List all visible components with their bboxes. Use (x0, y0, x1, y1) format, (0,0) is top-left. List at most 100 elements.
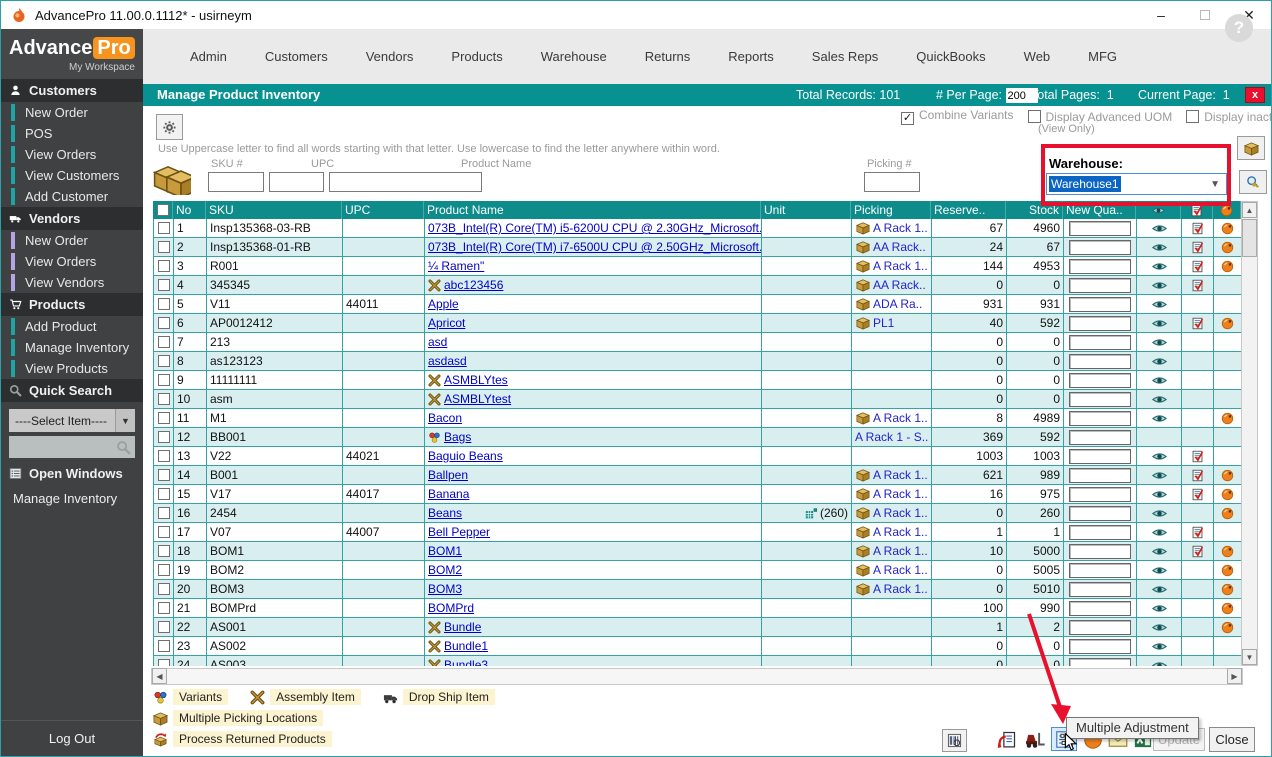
sku-input[interactable] (208, 172, 264, 192)
eye-icon[interactable] (1152, 335, 1167, 350)
eye-icon[interactable] (1152, 316, 1167, 331)
open-window-manage-inventory[interactable]: Manage Inventory (1, 485, 143, 508)
sidebar-item-add-product[interactable]: Add Product (1, 316, 143, 337)
eye-icon[interactable] (1152, 620, 1167, 635)
quick-search-select[interactable]: ----Select Item---- ▼ (9, 409, 135, 432)
product-link[interactable]: Bundle3 (444, 658, 488, 666)
product-link[interactable]: BOM3 (428, 582, 462, 596)
scroll-right-button[interactable]: ▶ (1227, 668, 1242, 684)
forklift-button[interactable] (1022, 727, 1048, 751)
scroll-down-button[interactable]: ▼ (1242, 649, 1257, 665)
menu-item-web[interactable]: Web (1005, 49, 1070, 64)
checklist-icon[interactable] (1191, 469, 1204, 482)
sidebar-item-new-order[interactable]: New Order (1, 230, 143, 251)
orange-icon[interactable] (1221, 412, 1234, 425)
settings-button[interactable] (156, 114, 183, 140)
new-quantity-input[interactable] (1069, 601, 1131, 616)
row-checkbox[interactable] (158, 298, 170, 310)
product-link[interactable]: Bundle (444, 620, 481, 634)
row-checkbox[interactable] (158, 659, 170, 666)
picking-location[interactable]: AA Rack.. (873, 240, 926, 254)
new-quantity-input[interactable] (1069, 544, 1131, 559)
picking-location[interactable]: PL1 (873, 316, 894, 330)
picking-location[interactable]: A Rack 1.. (873, 506, 928, 520)
barcode-grid-button[interactable] (942, 729, 967, 752)
scroll-up-button[interactable]: ▲ (1242, 202, 1257, 218)
vertical-scrollbar[interactable]: ▲ ▼ (1241, 201, 1258, 666)
orange-icon[interactable] (1221, 222, 1234, 235)
orange-icon[interactable] (1221, 241, 1234, 254)
sidebar-item-view-products[interactable]: View Products (1, 358, 143, 379)
sidebar-item-manage-inventory[interactable]: Manage Inventory (1, 337, 143, 358)
scrollbar-thumb[interactable] (1242, 219, 1257, 257)
col-picking[interactable]: Picking (851, 201, 931, 219)
row-checkbox[interactable] (158, 564, 170, 576)
new-quantity-input[interactable] (1069, 316, 1131, 331)
eye-icon[interactable] (1152, 487, 1167, 502)
eye-icon[interactable] (1152, 354, 1167, 369)
picking-location[interactable]: AA Rack.. (873, 278, 926, 292)
eye-icon[interactable] (1152, 582, 1167, 597)
new-quantity-input[interactable] (1069, 563, 1131, 578)
menu-item-returns[interactable]: Returns (626, 49, 710, 64)
close-button[interactable]: Close (1209, 727, 1255, 752)
product-link[interactable]: Banana (428, 487, 469, 501)
new-quantity-input[interactable] (1069, 297, 1131, 312)
picking-location[interactable]: A Rack 1.. (873, 563, 928, 577)
row-checkbox[interactable] (158, 621, 170, 633)
row-checkbox[interactable] (158, 583, 170, 595)
checklist-icon[interactable] (1191, 526, 1204, 539)
advanced-search-button[interactable] (1239, 170, 1267, 194)
eye-icon[interactable] (1152, 639, 1167, 654)
new-quantity-input[interactable] (1069, 221, 1131, 236)
picking-location[interactable]: A Rack 1.. (873, 259, 928, 273)
row-checkbox[interactable] (158, 412, 170, 424)
row-checkbox[interactable] (158, 431, 170, 443)
checklist-icon[interactable] (1191, 279, 1204, 292)
row-checkbox[interactable] (158, 355, 170, 367)
product-link[interactable]: Apricot (428, 316, 465, 330)
eye-icon[interactable] (1152, 658, 1167, 667)
product-link[interactable]: asdasd (428, 354, 467, 368)
picking-location[interactable]: A Rack 1.. (873, 468, 928, 482)
orange-icon[interactable] (1221, 602, 1234, 615)
product-link[interactable]: asd (428, 335, 447, 349)
close-page-button[interactable]: x (1245, 87, 1265, 103)
row-checkbox[interactable] (158, 469, 170, 481)
orange-icon[interactable] (1221, 260, 1234, 273)
eye-icon[interactable] (1152, 525, 1167, 540)
col-stock[interactable]: Stock (1006, 201, 1063, 219)
row-checkbox[interactable] (158, 507, 170, 519)
col-new-quantity[interactable]: New Qua.. (1063, 201, 1136, 219)
product-link[interactable]: ASMBLYtest (444, 392, 511, 406)
menu-item-mfg[interactable]: MFG (1069, 49, 1136, 64)
eye-icon[interactable] (1152, 259, 1167, 274)
menu-item-products[interactable]: Products (432, 49, 521, 64)
eye-icon[interactable] (1152, 411, 1167, 426)
col-upc[interactable]: UPC (342, 201, 424, 219)
orange-icon[interactable] (1221, 564, 1234, 577)
row-checkbox[interactable] (158, 526, 170, 538)
new-quantity-input[interactable] (1069, 411, 1131, 426)
package-button[interactable] (1237, 136, 1265, 160)
sidebar-item-view-vendors[interactable]: View Vendors (1, 272, 143, 293)
col-product-name[interactable]: Product Name (424, 201, 761, 219)
orange-icon[interactable] (1221, 317, 1234, 330)
new-quantity-input[interactable] (1069, 354, 1131, 369)
row-checkbox[interactable] (158, 393, 170, 405)
new-quantity-input[interactable] (1069, 449, 1131, 464)
sidebar-item-pos[interactable]: POS (1, 123, 143, 144)
product-link[interactable]: ASMBLYtes (444, 373, 508, 387)
new-quantity-input[interactable] (1069, 468, 1131, 483)
product-link[interactable]: Ballpen (428, 468, 468, 482)
product-link[interactable]: Baguio Beans (428, 449, 503, 463)
product-link[interactable]: abc123456 (444, 278, 503, 292)
picking-input[interactable] (864, 172, 920, 192)
sidebar-item-view-customers[interactable]: View Customers (1, 165, 143, 186)
logout-button[interactable]: Log Out (1, 720, 143, 757)
upc-input[interactable] (269, 172, 324, 192)
new-quantity-input[interactable] (1069, 525, 1131, 540)
picking-location[interactable]: A Rack 1.. (873, 582, 928, 596)
eye-icon[interactable] (1152, 392, 1167, 407)
row-checkbox[interactable] (158, 545, 170, 557)
